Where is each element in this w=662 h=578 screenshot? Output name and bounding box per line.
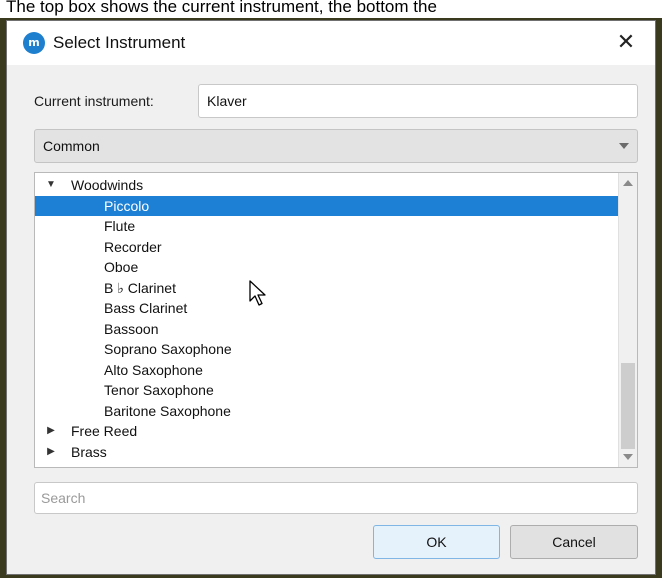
tree-group-label: Free Reed xyxy=(71,423,138,439)
close-button[interactable]: ✕ xyxy=(603,21,649,65)
current-instrument-label: Current instrument: xyxy=(34,93,154,109)
instrument-label: Bassoon xyxy=(104,320,159,337)
expand-down-arrow-icon[interactable]: ▼ xyxy=(44,175,58,196)
instrument-list-item[interactable]: Bass Clarinet xyxy=(35,298,619,319)
collapse-right-arrow-icon[interactable]: ▶ xyxy=(44,442,58,463)
instrument-group-select[interactable]: Common xyxy=(34,129,638,163)
instrument-label: Tenor Saxophone xyxy=(104,382,214,398)
tree-group-row[interactable]: ▶ Brass xyxy=(35,442,619,463)
caption-text: The top box shows the current instrument… xyxy=(6,0,437,16)
ok-button[interactable]: OK xyxy=(373,525,500,559)
mouse-pointer-icon xyxy=(249,280,266,306)
instrument-label: Baritone Saxophone xyxy=(104,402,231,419)
instrument-list-item[interactable]: Piccolo xyxy=(35,195,619,216)
instrument-list-item[interactable]: Flute xyxy=(35,216,619,237)
musescore-logo-icon: m xyxy=(23,32,45,54)
instrument-list-item[interactable]: Soprano Saxophone xyxy=(35,339,619,360)
instrument-list-item[interactable]: Baritone Saxophone xyxy=(35,401,619,422)
instrument-list-item[interactable]: Recorder xyxy=(35,237,619,258)
instrument-list-item[interactable]: Alto Saxophone xyxy=(35,360,619,381)
instrument-label: Oboe xyxy=(104,259,139,275)
instrument-list-item[interactable]: Tenor Saxophone xyxy=(35,380,619,401)
instrument-label: Flute xyxy=(104,218,136,234)
collapse-right-arrow-icon[interactable]: ▶ xyxy=(44,421,58,442)
tree-scrollbar[interactable] xyxy=(618,173,637,467)
tree-group-row[interactable]: ▼ Woodwinds xyxy=(35,175,619,196)
instrument-label: B ♭ Clarinet xyxy=(104,279,176,296)
chevron-down-icon xyxy=(619,143,629,149)
cancel-button[interactable]: Cancel xyxy=(510,525,638,559)
current-instrument-field[interactable]: Klaver xyxy=(198,84,638,118)
instrument-tree-list: ▼ Woodwinds Piccolo Flute Recorder Oboe B ♭ Cl… xyxy=(35,175,619,462)
tree-group-label: Brass xyxy=(71,443,107,460)
instrument-label: Piccolo xyxy=(104,197,150,214)
select-instrument-dialog: m Select Instrument ✕ Current instrument… xyxy=(6,20,656,575)
scroll-down-arrow-icon[interactable] xyxy=(623,454,633,460)
search-input[interactable]: Search xyxy=(34,482,638,514)
instrument-label: Recorder xyxy=(104,238,162,255)
title-bar[interactable]: m Select Instrument ✕ xyxy=(7,21,655,65)
instrument-label: Bass Clarinet xyxy=(104,300,188,316)
instrument-group-value: Common xyxy=(43,138,100,154)
tree-group-label: Woodwinds xyxy=(71,177,144,193)
scrollbar-thumb[interactable] xyxy=(621,363,635,449)
instrument-label: Alto Saxophone xyxy=(104,361,203,378)
instrument-tree[interactable]: ▼ Woodwinds Piccolo Flute Recorder Oboe B ♭ Cl… xyxy=(34,172,638,468)
instrument-label: Soprano Saxophone xyxy=(104,341,232,357)
instrument-list-item[interactable]: Oboe xyxy=(35,257,619,278)
window-title: Select Instrument xyxy=(53,33,186,52)
instrument-list-item[interactable]: Bassoon xyxy=(35,319,619,340)
tree-group-row[interactable]: ▶ Free Reed xyxy=(35,421,619,442)
scroll-up-arrow-icon[interactable] xyxy=(623,180,633,186)
instrument-list-item[interactable]: B ♭ Clarinet xyxy=(35,278,619,299)
